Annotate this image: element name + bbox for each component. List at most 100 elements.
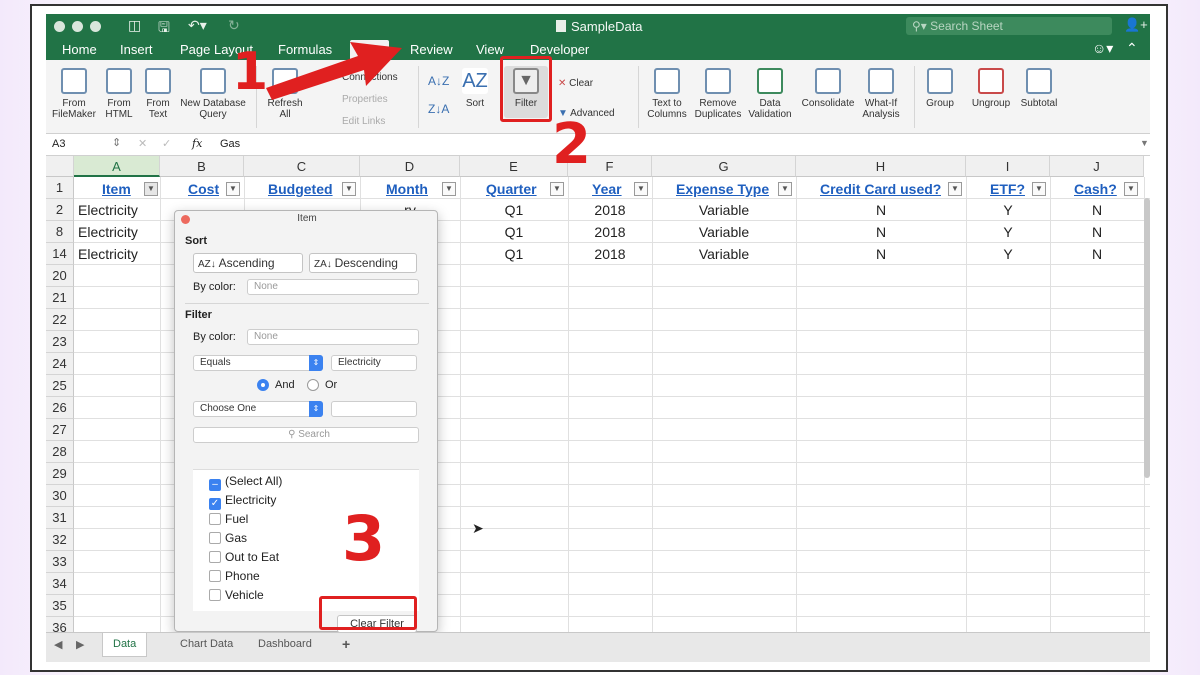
table-cell[interactable]: Y <box>966 221 1050 243</box>
sort-za-icon[interactable]: Z↓A <box>428 102 449 116</box>
row-header[interactable]: 27 <box>46 419 74 441</box>
row-header[interactable]: 22 <box>46 309 74 331</box>
filter-dropdown-icon[interactable]: ▼ <box>226 182 240 196</box>
search-sheet-input[interactable]: ⚲▾ Search Sheet <box>906 17 1112 35</box>
header-month[interactable]: Month <box>386 178 428 200</box>
edit-links-button[interactable]: Edit Links <box>342 116 385 127</box>
formula-input[interactable]: Gas <box>220 138 240 150</box>
cancel-entry-icon[interactable]: ✕ <box>138 137 147 150</box>
from-filemaker-button[interactable]: From FileMaker <box>50 68 98 120</box>
or-radio[interactable] <box>307 379 319 391</box>
row-header[interactable]: 8 <box>46 221 74 243</box>
tab-developer[interactable]: Developer <box>530 42 589 57</box>
checkbox-icon[interactable] <box>209 513 221 525</box>
row-header[interactable]: 35 <box>46 595 74 617</box>
table-cell[interactable]: Q1 <box>460 243 568 265</box>
condition-select[interactable]: Equals ⇕ <box>193 355 323 371</box>
sort-button[interactable]: AZ Sort <box>458 68 492 109</box>
checkbox-icon[interactable] <box>209 532 221 544</box>
filter-active-dropdown-icon[interactable]: ▼ <box>144 182 158 196</box>
share-user-icon[interactable]: 👤+ <box>1124 17 1148 33</box>
filter-dropdown-icon[interactable]: ▼ <box>778 182 792 196</box>
table-cell[interactable]: Variable <box>652 243 796 265</box>
header-item[interactable]: Item <box>102 178 131 200</box>
sort-descending-button[interactable]: ZA↓ Descending <box>309 253 417 273</box>
filter-dropdown-icon[interactable]: ▼ <box>550 182 564 196</box>
close-window-button[interactable] <box>54 21 65 32</box>
zoom-window-button[interactable] <box>90 21 101 32</box>
smiley-feedback-icon[interactable]: ☺▾ <box>1092 40 1113 57</box>
table-cell[interactable]: Electricity <box>78 199 158 221</box>
save-icon[interactable]: 🖫 <box>158 17 170 41</box>
from-text-button[interactable]: From Text <box>140 68 176 120</box>
remove-duplicates-button[interactable]: Remove Duplicates <box>692 68 744 120</box>
checkbox-icon[interactable]: – <box>209 479 221 491</box>
undo-icon[interactable]: ↶▾ <box>188 17 207 34</box>
row-header[interactable]: 33 <box>46 551 74 573</box>
tab-home[interactable]: Home <box>62 42 97 57</box>
filter-dropdown-icon[interactable]: ▼ <box>342 182 356 196</box>
data-validation-button[interactable]: Data Validation <box>746 68 794 120</box>
row-header[interactable]: 26 <box>46 397 74 419</box>
table-cell[interactable]: N <box>1050 243 1144 265</box>
table-cell[interactable]: Y <box>966 243 1050 265</box>
filter-dropdown-icon[interactable]: ▼ <box>1032 182 1046 196</box>
checkbox-icon[interactable] <box>209 589 221 601</box>
header-cost[interactable]: Cost <box>188 178 219 200</box>
sheet-tab-dashboard[interactable]: Dashboard <box>248 633 322 657</box>
second-condition-select[interactable]: Choose One ⇕ <box>193 401 323 417</box>
row-header[interactable]: 32 <box>46 529 74 551</box>
sidebar-toggle-icon[interactable]: ◫ <box>128 17 141 34</box>
list-item[interactable]: Fuel <box>209 510 248 529</box>
column-header-c[interactable]: C <box>244 156 360 177</box>
checkbox-icon[interactable]: ✓ <box>209 498 221 510</box>
filter-by-color-select[interactable]: None <box>247 329 419 345</box>
table-cell[interactable]: Q1 <box>460 221 568 243</box>
table-cell[interactable]: N <box>1050 221 1144 243</box>
row-header[interactable]: 14 <box>46 243 74 265</box>
ungroup-button[interactable]: Ungroup <box>968 68 1014 109</box>
list-item[interactable]: Phone <box>209 567 260 586</box>
table-cell[interactable]: Variable <box>652 199 796 221</box>
table-cell[interactable]: N <box>796 221 966 243</box>
and-radio[interactable] <box>257 379 269 391</box>
column-header-g[interactable]: G <box>652 156 796 177</box>
scroll-tabs-right-icon[interactable]: ▶ <box>76 638 84 651</box>
vertical-scrollbar[interactable] <box>1144 198 1150 478</box>
text-to-columns-button[interactable]: Text to Columns <box>642 68 692 120</box>
column-header-a[interactable]: A <box>74 156 160 177</box>
sort-az-icon[interactable]: A↓Z <box>428 74 449 88</box>
list-item[interactable]: Out to Eat <box>209 548 279 567</box>
clear-filter-ribbon-button[interactable]: ✕ Clear <box>558 78 593 89</box>
table-cell[interactable]: N <box>796 243 966 265</box>
column-header-h[interactable]: H <box>796 156 966 177</box>
checkbox-icon[interactable] <box>209 570 221 582</box>
from-html-button[interactable]: From HTML <box>100 68 138 120</box>
table-cell[interactable]: Variable <box>652 221 796 243</box>
expand-formula-icon[interactable]: ▼ <box>1140 138 1149 148</box>
tab-review[interactable]: Review <box>410 42 453 57</box>
row-header[interactable]: 30 <box>46 485 74 507</box>
add-sheet-button[interactable]: + <box>332 633 360 657</box>
row-header[interactable]: 20 <box>46 265 74 287</box>
subtotal-button[interactable]: Subtotal <box>1016 68 1062 109</box>
table-cell[interactable]: N <box>1050 199 1144 221</box>
table-cell[interactable]: 2018 <box>568 243 652 265</box>
function-icon[interactable]: fx <box>192 137 202 150</box>
table-cell[interactable]: Q1 <box>460 199 568 221</box>
filter-dropdown-icon[interactable]: ▼ <box>1124 182 1138 196</box>
tab-view[interactable]: View <box>476 42 504 57</box>
row-header[interactable]: 21 <box>46 287 74 309</box>
header-quarter[interactable]: Quarter <box>486 178 537 200</box>
group-button[interactable]: Group <box>920 68 960 109</box>
row-header[interactable]: 25 <box>46 375 74 397</box>
list-item[interactable]: Vehicle <box>209 586 264 605</box>
minimize-window-button[interactable] <box>72 21 83 32</box>
table-cell[interactable]: N <box>796 199 966 221</box>
list-item[interactable]: – (Select All) <box>209 472 282 491</box>
header-expense-type[interactable]: Expense Type <box>676 178 769 200</box>
redo-icon[interactable]: ↻ <box>228 17 240 34</box>
select-all-corner[interactable] <box>46 156 74 177</box>
filter-dropdown-icon[interactable]: ▼ <box>634 182 648 196</box>
row-header[interactable]: 28 <box>46 441 74 463</box>
